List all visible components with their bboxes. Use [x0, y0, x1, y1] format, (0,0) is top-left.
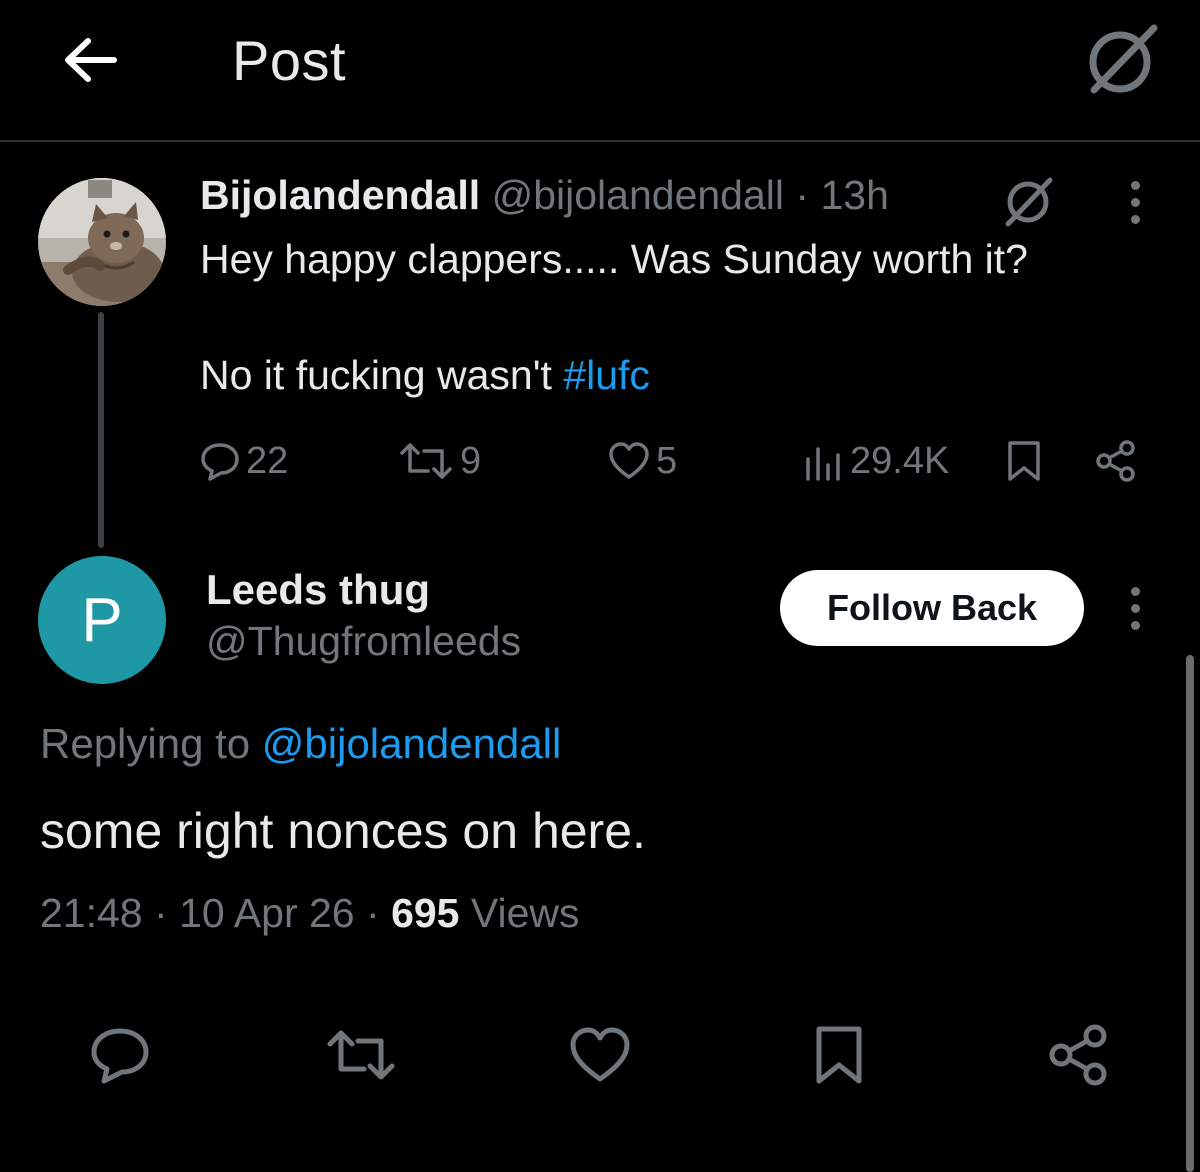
reply-post-text: some right nonces on here.	[40, 803, 646, 859]
bookmark-button[interactable]	[1006, 436, 1042, 486]
analytics-icon	[806, 447, 840, 481]
repost-icon	[327, 1030, 395, 1080]
post-views-label: Views	[459, 890, 580, 936]
reply-more-button[interactable]	[1115, 578, 1155, 638]
repost-icon	[400, 443, 452, 479]
heart-icon	[609, 442, 649, 479]
more-dot-icon	[1130, 603, 1140, 613]
grok-button[interactable]	[1080, 18, 1164, 102]
reply-icon	[201, 443, 239, 481]
replying-to-line: Replying to @bijolandendall	[40, 720, 561, 768]
parent-grok-button[interactable]	[998, 172, 1060, 230]
arrow-left-icon	[65, 38, 117, 82]
cat-avatar-image	[38, 178, 166, 306]
hashtag-link[interactable]: #lufc	[563, 352, 650, 398]
share-icon	[1096, 440, 1135, 482]
parent-handle[interactable]: @bijolandendall	[492, 172, 784, 218]
bottom-bookmark-button[interactable]	[804, 1020, 874, 1090]
bottom-reply-button[interactable]	[85, 1020, 155, 1090]
more-dot-icon	[1130, 180, 1140, 190]
grok-icon	[1089, 24, 1158, 94]
bottom-share-button[interactable]	[1044, 1020, 1114, 1090]
share-button[interactable]	[1094, 436, 1138, 486]
post-views-count: 695	[391, 890, 460, 936]
meta-separator: ·	[154, 890, 168, 936]
meta-separator: ·	[366, 890, 380, 936]
replying-mention-link[interactable]: @bijolandendall	[262, 720, 562, 767]
reply-handle[interactable]: @Thugfromleeds	[206, 618, 521, 665]
parent-post-text-line2: No it fucking wasn't #lufc	[200, 352, 650, 399]
top-bar: Post	[0, 0, 1200, 142]
reply-button[interactable]: 22	[200, 436, 288, 486]
repost-button[interactable]: 9	[398, 436, 481, 486]
bottom-like-button[interactable]	[565, 1020, 635, 1090]
repost-count: 9	[460, 439, 482, 482]
grok-icon	[1005, 177, 1053, 227]
page-title: Post	[232, 29, 347, 92]
heart-icon	[570, 1027, 630, 1082]
thread-connector-line	[98, 312, 104, 548]
parent-post-text-line1: Hey happy clappers..... Was Sunday worth…	[200, 236, 1028, 282]
bottom-repost-button[interactable]	[326, 1020, 396, 1090]
parent-display-name[interactable]: Bijolandendall	[200, 172, 480, 218]
back-button[interactable]	[58, 28, 122, 92]
like-count: 5	[656, 439, 678, 482]
share-icon	[1049, 1024, 1107, 1086]
more-dot-icon	[1130, 586, 1140, 596]
parent-post-text: No it fucking wasn't	[200, 352, 564, 398]
bookmark-icon	[816, 1026, 862, 1084]
bookmark-icon	[1008, 441, 1040, 481]
post-time[interactable]: 21:48	[40, 890, 143, 936]
parent-timestamp[interactable]: 13h	[820, 172, 888, 218]
views-button[interactable]: 29.4K	[804, 436, 949, 486]
more-dot-icon	[1130, 197, 1140, 207]
replying-prefix: Replying to	[40, 720, 262, 767]
more-dot-icon	[1130, 620, 1140, 630]
post-date[interactable]: 10 Apr 26	[179, 890, 355, 936]
header-separator: ·	[795, 172, 810, 218]
avatar-bijolandendall[interactable]	[38, 178, 166, 306]
reply-display-name[interactable]: Leeds thug	[206, 566, 430, 614]
parent-post-header: Bijolandendall @bijolandendall · 13h	[200, 172, 889, 219]
follow-back-button[interactable]: Follow Back	[780, 570, 1084, 646]
post-metadata: 21:48 · 10 Apr 26 · 695 Views	[40, 890, 580, 937]
like-button[interactable]: 5	[608, 436, 677, 486]
more-dot-icon	[1130, 214, 1140, 224]
reply-count: 22	[246, 439, 289, 482]
parent-more-button[interactable]	[1115, 172, 1155, 232]
reply-icon	[91, 1028, 149, 1084]
avatar-thugfromleeds[interactable]: P	[38, 556, 166, 684]
scrollbar[interactable]	[1186, 655, 1194, 1172]
views-count: 29.4K	[850, 439, 950, 482]
